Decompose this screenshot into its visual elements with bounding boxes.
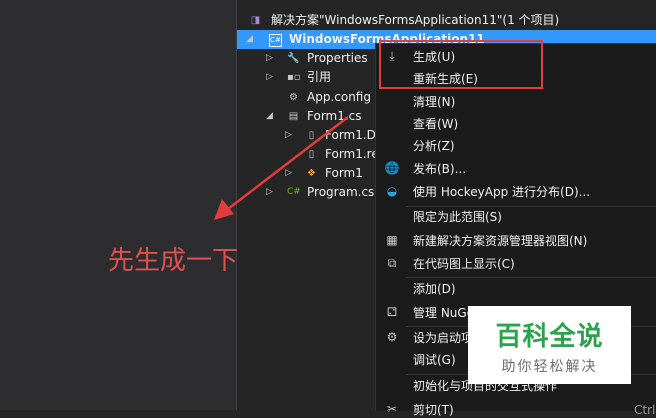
watermark-logo: 百科全说 助你轻松解决 (468, 306, 631, 384)
watermark-title: 百科全说 (495, 322, 604, 352)
annotation-text: 先生成一下 (108, 246, 239, 276)
watermark-subtitle: 助你轻松解决 (501, 359, 598, 375)
